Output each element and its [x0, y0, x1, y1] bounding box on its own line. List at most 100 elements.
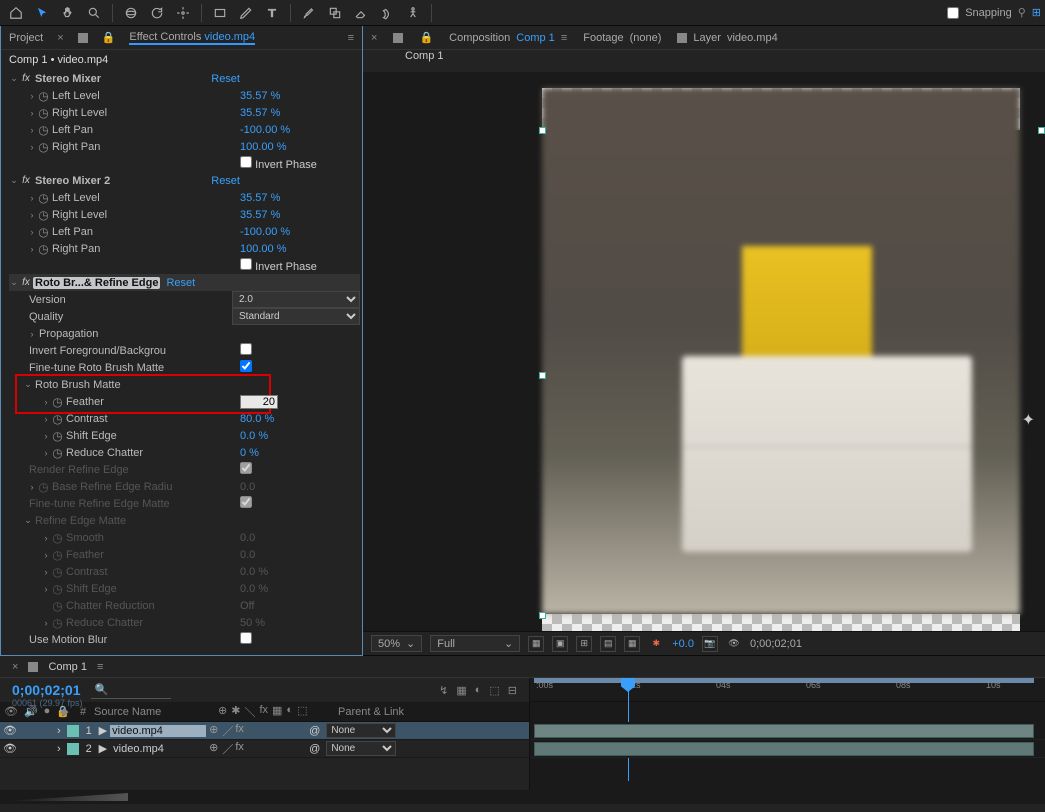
eraser-tool-icon[interactable] [349, 1, 373, 25]
switches-icon[interactable]: ⊟ [508, 684, 517, 697]
home-icon[interactable] [4, 1, 28, 25]
zoom-slider[interactable] [8, 793, 128, 801]
hand-tool-icon[interactable] [56, 1, 80, 25]
lock-icon[interactable]: 🔒 [102, 31, 116, 44]
twirl-icon[interactable]: › [41, 397, 51, 407]
stopwatch-icon[interactable]: ◷ [37, 242, 50, 256]
stopwatch-icon[interactable]: ◷ [51, 395, 64, 409]
preview-timecode[interactable]: 0;00;02;01 [750, 638, 802, 650]
text-tool-icon[interactable] [260, 1, 284, 25]
val-left-level[interactable]: 35.57 % [240, 192, 360, 204]
twirl-icon[interactable]: › [27, 91, 37, 101]
twirl-icon[interactable]: › [41, 448, 51, 458]
grid-icon[interactable]: ▦ [528, 636, 544, 652]
timeline-tracks[interactable]: :00s 02s 04s 06s 08s 10s [530, 678, 1045, 790]
selection-tool-icon[interactable] [30, 1, 54, 25]
stopwatch-icon[interactable]: ◷ [37, 191, 50, 205]
col-source-name[interactable]: Source Name [90, 706, 214, 718]
fx-icon[interactable]: fx [19, 73, 33, 84]
time-ruler[interactable]: :00s 02s 04s 06s 08s 10s [530, 678, 1045, 702]
close-tab-icon[interactable]: × [57, 32, 63, 44]
timeline-search[interactable]: 🔍 [91, 681, 171, 699]
fx-icon[interactable]: fx [19, 175, 33, 186]
twirl-icon[interactable]: › [27, 193, 37, 203]
tab-composition[interactable]: Composition Comp 1 ≡ [449, 32, 567, 44]
current-timecode[interactable]: 0;00;02;01 [12, 682, 81, 698]
transparency-icon[interactable]: ▦ [624, 636, 640, 652]
twirl-icon[interactable]: › [41, 431, 51, 441]
parent-select[interactable]: None [326, 741, 396, 756]
resolution-dropdown[interactable]: Full ⌄ [430, 635, 520, 652]
val-reduce-chatter[interactable]: 0 % [240, 447, 360, 459]
twirl-icon[interactable]: ⌄ [9, 277, 19, 288]
invert-phase-checkbox[interactable] [240, 156, 252, 168]
brush-tool-icon[interactable] [297, 1, 321, 25]
timeline-zoom-scroll[interactable] [0, 790, 1045, 804]
stopwatch-icon[interactable]: ◷ [37, 123, 50, 137]
comp-mini-tab[interactable]: Comp 1 [405, 50, 444, 62]
val-right-level[interactable]: 35.57 % [240, 209, 360, 221]
motion-blur-icon[interactable]: ◐ [475, 684, 482, 697]
val-left-level[interactable]: 35.57 % [240, 90, 360, 102]
graph-editor-icon[interactable]: ⬚ [489, 684, 499, 697]
twirl-icon[interactable]: › [27, 244, 37, 254]
mask-icon[interactable]: ▣ [552, 636, 568, 652]
twirl-icon[interactable]: › [27, 227, 37, 237]
close-tab-icon[interactable]: × [12, 661, 18, 673]
twirl-icon[interactable]: ⌄ [23, 379, 33, 390]
stopwatch-icon[interactable]: ◷ [37, 208, 50, 222]
snap-magnet-icon[interactable]: ⚲ [1018, 6, 1026, 19]
stopwatch-icon[interactable]: ◷ [37, 225, 50, 239]
orbit-tool-icon[interactable] [119, 1, 143, 25]
finetune-rb-checkbox[interactable] [240, 360, 252, 372]
twirl-icon[interactable]: › [27, 125, 37, 135]
reset-button[interactable]: Reset [211, 73, 240, 85]
layer-color-icon[interactable] [67, 743, 79, 755]
reset-button[interactable]: Reset [166, 277, 195, 289]
parent-select[interactable]: None [326, 723, 396, 738]
stopwatch-icon[interactable]: ◷ [37, 89, 50, 103]
layer-row[interactable]: 👁 › 1 ▶ video.mp4 ⊕／fx @ None [0, 722, 529, 740]
tab-effect-controls[interactable]: Effect Controls video.mp4 [129, 31, 255, 45]
rectangle-tool-icon[interactable] [208, 1, 232, 25]
effect-stereo-mixer-2[interactable]: Stereo Mixer 2 [33, 175, 211, 187]
twirl-icon[interactable]: › [41, 414, 51, 424]
frame-blend-icon[interactable]: ▦ [456, 684, 466, 697]
tab-project[interactable]: Project [9, 32, 43, 44]
tab-layer[interactable]: Layer video.mp4 [677, 32, 777, 44]
twirl-icon[interactable]: › [27, 142, 37, 152]
snap-grid-icon[interactable]: ⊞ [1032, 6, 1041, 19]
panel-color-icon[interactable] [78, 33, 88, 43]
twirl-icon[interactable]: › [54, 743, 64, 755]
zoom-dropdown[interactable]: 50% ⌄ [371, 635, 422, 652]
eye-icon[interactable]: 👁 [0, 742, 14, 755]
show-snapshot-icon[interactable]: 👁 [726, 636, 742, 652]
snapping-checkbox[interactable] [947, 7, 959, 19]
lock-icon[interactable]: 🔒 [419, 31, 433, 44]
eye-icon[interactable]: 👁 [0, 724, 14, 737]
shy-icon[interactable]: ↯ [439, 684, 448, 697]
twirl-icon[interactable]: › [27, 210, 37, 220]
tab-footage[interactable]: Footage (none) [583, 32, 661, 44]
channel-icon[interactable]: ▤ [600, 636, 616, 652]
color-mgmt-icon[interactable]: ✱ [648, 636, 664, 652]
pickwhip-icon[interactable]: @ [309, 743, 320, 755]
invert-fb-checkbox[interactable] [240, 343, 252, 355]
pen-tool-icon[interactable] [234, 1, 258, 25]
twirl-icon[interactable]: ⌄ [9, 175, 19, 186]
panel-color-icon[interactable] [393, 33, 403, 43]
work-area[interactable] [534, 678, 1034, 683]
feather-input[interactable] [240, 395, 278, 409]
anchor-tool-icon[interactable] [171, 1, 195, 25]
stopwatch-icon[interactable]: ◷ [37, 106, 50, 120]
selection-handle[interactable] [1038, 127, 1045, 134]
twirl-icon[interactable]: › [27, 329, 37, 339]
layer-name[interactable]: video.mp4 [110, 743, 206, 755]
val-shift-edge[interactable]: 0.0 % [240, 430, 360, 442]
stopwatch-icon[interactable]: ◷ [51, 446, 64, 460]
layer-track[interactable] [530, 722, 1045, 740]
exposure-value[interactable]: +0.0 [672, 638, 694, 650]
layer-track[interactable] [530, 740, 1045, 758]
effect-stereo-mixer[interactable]: Stereo Mixer [33, 73, 211, 85]
val-left-pan[interactable]: -100.00 % [240, 124, 360, 136]
